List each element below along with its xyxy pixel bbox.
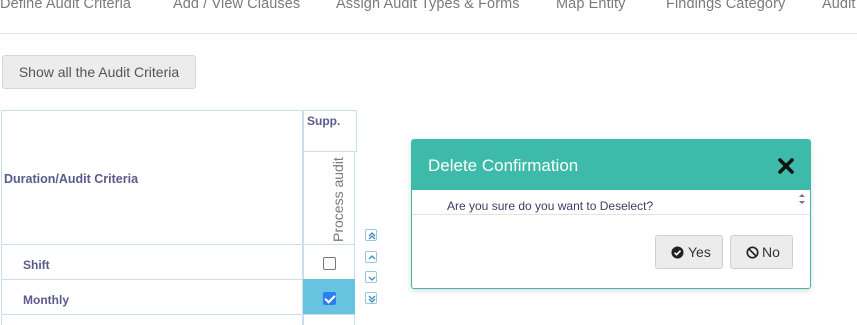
header-process-audit: Process audit	[303, 151, 355, 245]
row-check-cell	[303, 244, 355, 280]
dialog-message: Are you sure do you want to Deselect?	[447, 199, 654, 213]
table-row	[1, 314, 303, 325]
move-top-button[interactable]	[365, 229, 377, 241]
shift-process-audit-checkbox[interactable]	[323, 257, 336, 270]
double-chevron-down-icon	[368, 295, 376, 303]
close-icon[interactable]	[776, 156, 796, 176]
tab-map-entity[interactable]: Map Entity	[556, 0, 626, 12]
header-duration-audit-criteria: Duration/Audit Criteria	[1, 110, 303, 245]
yes-button[interactable]: Yes	[655, 235, 723, 269]
tab-add-view-clauses[interactable]: Add / View Clauses	[173, 0, 300, 12]
scroll-arrows-icon[interactable]	[798, 192, 806, 206]
tab-define-audit-criteria[interactable]: Define Audit Criteria	[0, 0, 131, 12]
dialog-header: Delete Confirmation	[412, 140, 810, 190]
yes-button-label: Yes	[688, 244, 711, 260]
row-check-cell-selected	[303, 279, 355, 315]
header-group-supp: Supp.	[303, 110, 357, 152]
row-label-monthly: Monthly	[23, 293, 69, 307]
double-chevron-up-icon	[368, 232, 376, 240]
tab-bar: Define Audit Criteria Add / View Clauses…	[0, 0, 857, 34]
move-down-button[interactable]	[365, 271, 377, 283]
delete-confirmation-dialog: Delete Confirmation Are you sure do you …	[411, 139, 811, 289]
tab-assign-audit-types-forms[interactable]: Assign Audit Types & Forms	[336, 0, 520, 12]
show-all-audit-criteria-button[interactable]: Show all the Audit Criteria	[2, 55, 196, 89]
row-check-cell	[303, 314, 355, 325]
monthly-process-audit-checkbox[interactable]	[323, 292, 336, 305]
no-button-label: No	[762, 244, 780, 260]
header-process-audit-label: Process audit	[330, 157, 346, 242]
tab-findings-category[interactable]: Findings Category	[666, 0, 785, 12]
chevron-up-icon	[368, 255, 376, 260]
move-up-button[interactable]	[365, 251, 377, 263]
dialog-title: Delete Confirmation	[428, 156, 579, 175]
table-row: Monthly	[1, 279, 303, 315]
check-circle-icon	[671, 246, 684, 259]
tab-audit[interactable]: Audit	[822, 0, 856, 12]
no-button[interactable]: No	[730, 235, 793, 269]
header-duration-label: Duration/Audit Criteria	[4, 172, 139, 186]
row-label-shift: Shift	[23, 258, 50, 272]
header-group-label: Supp.	[307, 114, 341, 128]
table-row: Shift	[1, 244, 303, 280]
chevron-down-icon	[368, 276, 376, 281]
move-bottom-button[interactable]	[365, 292, 377, 304]
ban-icon	[746, 246, 759, 259]
dialog-body: Are you sure do you want to Deselect?	[412, 190, 810, 215]
